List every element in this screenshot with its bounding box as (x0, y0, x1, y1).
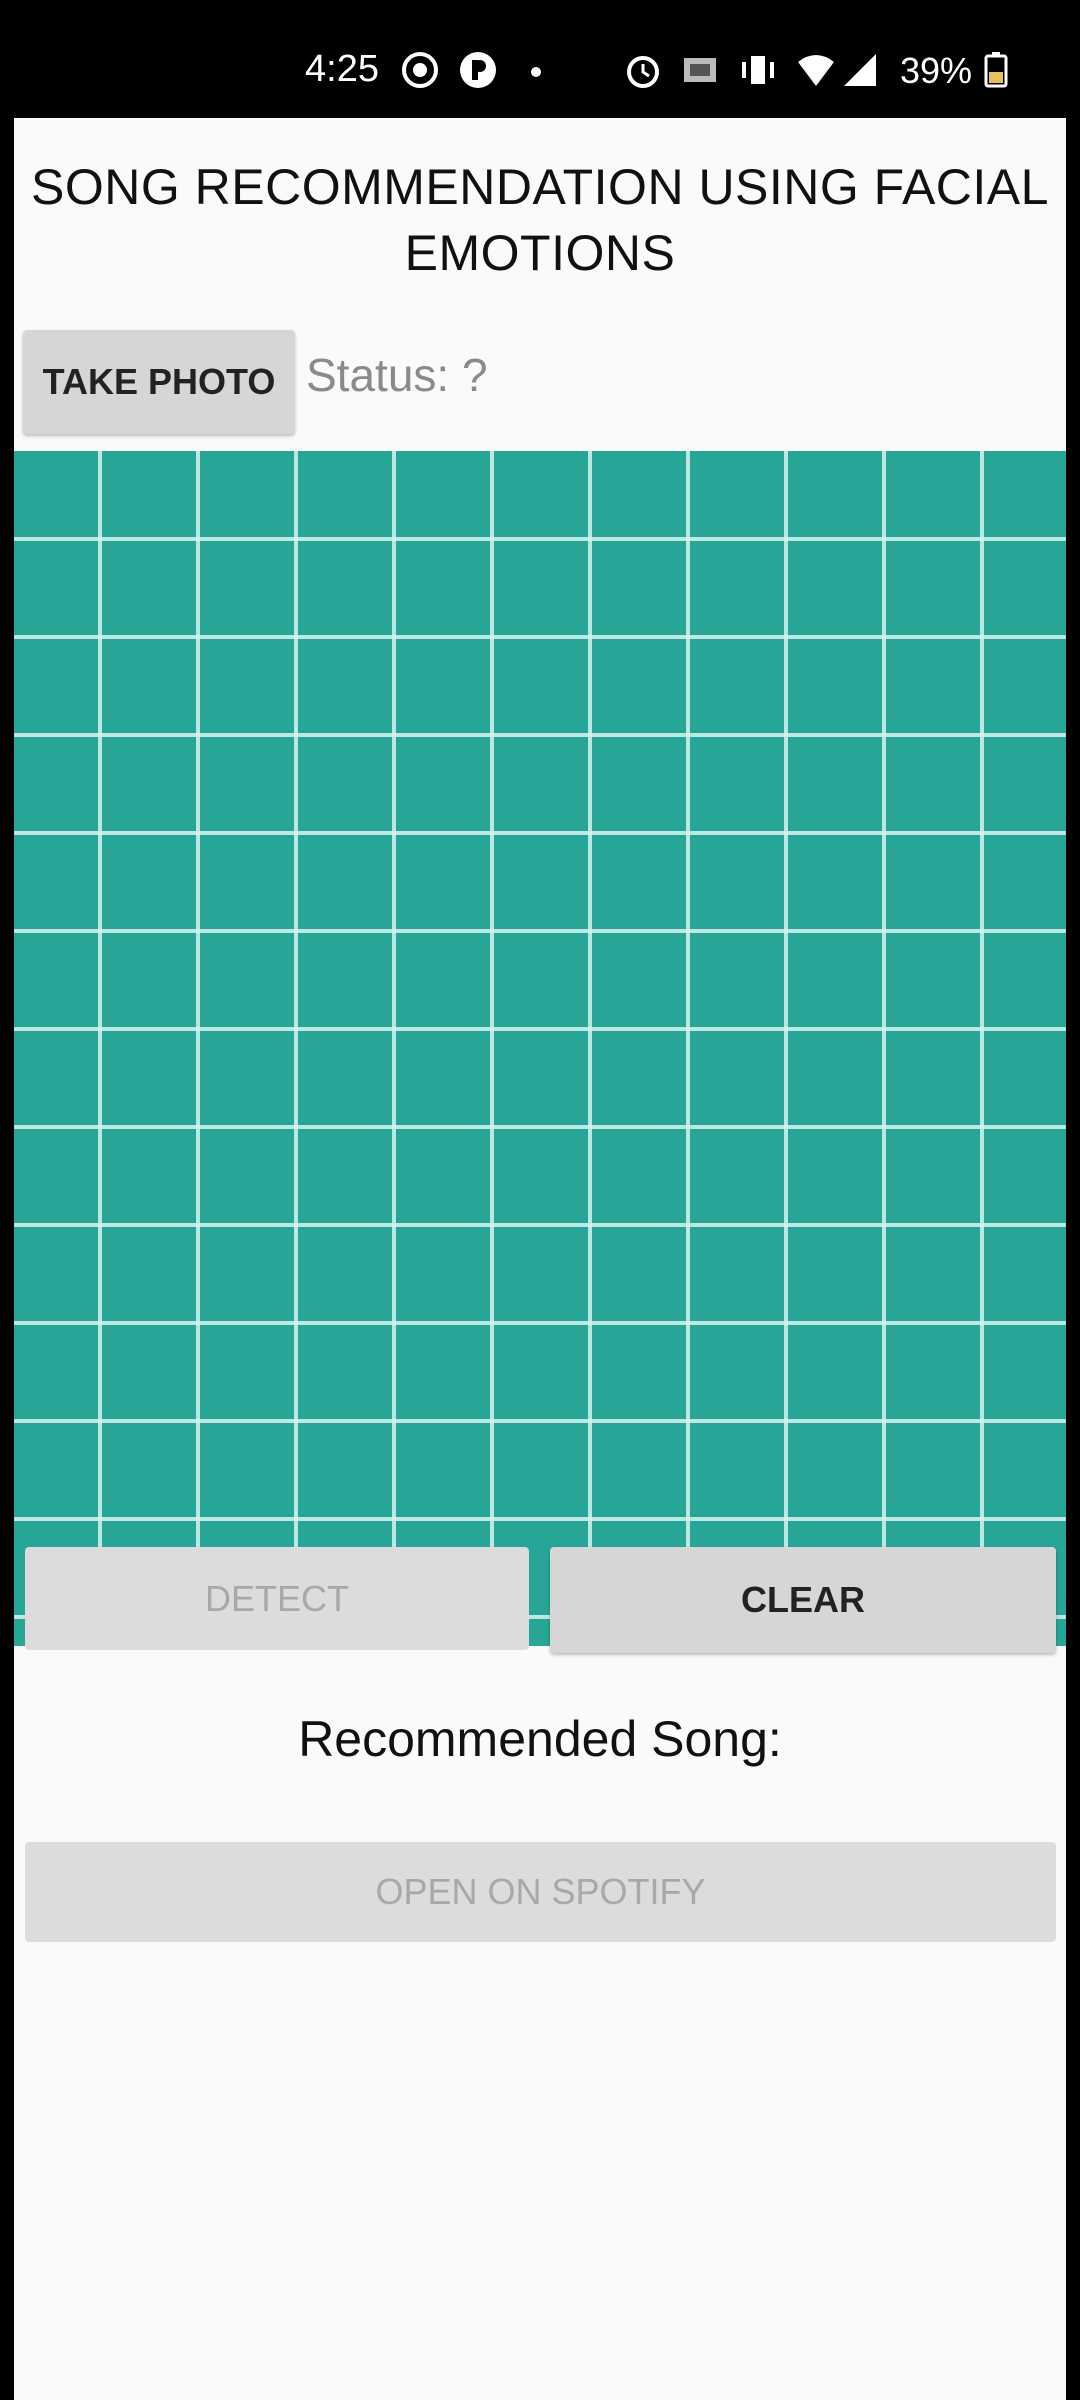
phone-screen: 4:25 39% SONG RECOMMENDATION USING FACIA… (0, 0, 1080, 2400)
cast-icon (680, 50, 720, 90)
status-bar: 4:25 39% (0, 0, 1080, 118)
placeholder-grid-image (14, 451, 1066, 1646)
battery-percent: 39% (900, 50, 973, 91)
app-content: SONG RECOMMENDATION USING FACIAL EMOTION… (14, 118, 1066, 2400)
open-on-spotify-button[interactable]: OPEN ON SPOTIFY (25, 1842, 1056, 1942)
title-line-2: EMOTIONS (404, 225, 676, 281)
recommended-song-label: Recommended Song: (298, 1711, 782, 1767)
take-photo-button[interactable]: TAKE PHOTO (23, 330, 295, 434)
status-label: Status: ? (306, 349, 488, 401)
battery-icon (976, 50, 1016, 90)
photo-image-view (14, 451, 1066, 1646)
page-title: SONG RECOMMENDATION USING FACIAL EMOTION… (14, 154, 1066, 286)
whatsapp-icon (400, 50, 440, 90)
grid-background (14, 451, 1066, 1646)
wifi-icon (796, 50, 836, 90)
vibrate-icon (738, 50, 778, 90)
dot-icon (522, 50, 562, 90)
alarm-icon (623, 50, 663, 90)
app-icon (458, 50, 498, 90)
status-time: 4:25 (305, 48, 379, 90)
detect-button[interactable]: DETECT (25, 1547, 529, 1650)
title-line-1: SONG RECOMMENDATION USING FACIAL (31, 159, 1049, 215)
signal-icon (840, 50, 880, 90)
clear-button[interactable]: CLEAR (550, 1547, 1056, 1653)
